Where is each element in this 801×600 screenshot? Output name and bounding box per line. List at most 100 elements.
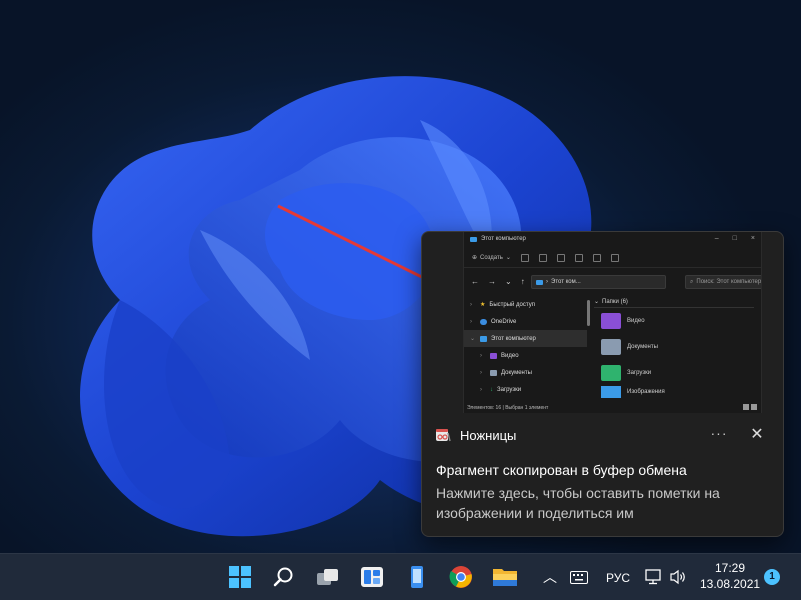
preview-content-pane: ⌄ Папки (6) Видео Документы Загрузки Изо… bbox=[594, 296, 754, 401]
notification-body: Нажмите здесь, чтобы оставить пометки на… bbox=[436, 485, 720, 521]
folder-icon bbox=[493, 569, 517, 586]
preview-folder-item: Загрузки bbox=[594, 360, 754, 386]
network-button[interactable] bbox=[642, 562, 666, 592]
volume-button[interactable] bbox=[666, 562, 690, 592]
chevron-down-icon: ⌄ bbox=[594, 299, 600, 305]
volume-icon bbox=[670, 569, 685, 585]
details-view-icon bbox=[743, 404, 749, 410]
pictures-folder-icon bbox=[601, 386, 621, 398]
clock-date: 13.08.2021 bbox=[700, 577, 761, 591]
notification-header: Ножницы bbox=[435, 425, 516, 445]
preview-titlebar: Этот компьютер – □ × bbox=[464, 232, 761, 246]
preview-sidebar-item: › OneDrive bbox=[470, 318, 517, 325]
taskbar: ︿ РУС 17:29 13.08.2021 1 bbox=[0, 553, 801, 600]
back-arrow-icon: ← bbox=[471, 277, 479, 286]
document-icon bbox=[490, 369, 497, 376]
chrome-icon bbox=[449, 566, 472, 588]
ellipsis-icon: ··· bbox=[710, 425, 728, 441]
forward-arrow-icon: → bbox=[488, 277, 496, 286]
preview-sidebar-item: › Документы bbox=[480, 369, 532, 376]
chevron-down-icon: ⌄ bbox=[470, 336, 476, 342]
task-view-icon bbox=[317, 569, 338, 585]
preview-address-row: ← → ⌄ ↑ › Этот ком... ⌕ Поиск: Этот комп… bbox=[464, 274, 761, 290]
more-options-button[interactable]: ··· bbox=[709, 425, 729, 445]
computer-icon bbox=[536, 279, 543, 285]
video-icon bbox=[490, 352, 497, 359]
computer-icon bbox=[480, 335, 487, 342]
snipping-tool-notification[interactable]: Этот компьютер – □ × ⊕ Создать ⌄ ← → ⌄ ↑… bbox=[421, 231, 784, 537]
documents-folder-icon bbox=[601, 339, 621, 355]
preview-nav-buttons: ← → ⌄ ↑ bbox=[471, 277, 525, 286]
search-button[interactable] bbox=[269, 562, 299, 592]
chevron-up-icon: ︿ bbox=[543, 569, 557, 585]
chevron-right-icon: › bbox=[480, 386, 482, 393]
preview-new-button: ⊕ Создать ⌄ bbox=[472, 254, 511, 262]
chevron-right-icon: › bbox=[470, 318, 472, 325]
show-hidden-icons-button[interactable]: ︿ bbox=[537, 562, 563, 592]
downloads-folder-icon bbox=[601, 365, 621, 381]
up-arrow-icon: ↑ bbox=[520, 277, 525, 286]
file-explorer-button[interactable] bbox=[490, 562, 520, 592]
maximize-icon: □ bbox=[732, 235, 737, 242]
preview-command-bar: ⊕ Создать ⌄ bbox=[464, 248, 761, 268]
notification-count-badge[interactable]: 1 bbox=[764, 569, 780, 585]
minimize-icon: – bbox=[714, 235, 719, 242]
chrome-button[interactable] bbox=[446, 562, 476, 592]
preview-navigation-pane: › ★ Быстрый доступ › OneDrive ⌄ Этот ком… bbox=[464, 296, 587, 401]
preview-view-toggles bbox=[743, 404, 757, 410]
preview-window-title: Этот компьютер bbox=[481, 236, 526, 242]
chevron-down-icon: ⌄ bbox=[505, 255, 511, 261]
preview-sidebar-item: › ↓ Загрузки bbox=[480, 386, 522, 393]
preview-folder-item: Изображения bbox=[594, 386, 754, 398]
keyboard-icon bbox=[570, 570, 588, 584]
tiles-view-icon bbox=[751, 404, 757, 410]
preview-sidebar-item: › Видео bbox=[480, 352, 519, 359]
cloud-icon bbox=[480, 318, 487, 325]
cut-icon bbox=[520, 253, 529, 262]
computer-icon bbox=[470, 236, 477, 242]
touch-keyboard-button[interactable] bbox=[565, 562, 593, 592]
screenshot-preview[interactable]: Этот компьютер – □ × ⊕ Создать ⌄ ← → ⌄ ↑… bbox=[463, 232, 762, 413]
chevron-right-icon: › bbox=[546, 279, 548, 285]
star-icon: ★ bbox=[480, 302, 486, 308]
rename-icon bbox=[574, 253, 583, 262]
chevron-right-icon: › bbox=[480, 369, 482, 376]
start-button[interactable] bbox=[225, 562, 255, 592]
notification-title: Фрагмент скопирован в буфер обмена bbox=[436, 462, 687, 478]
video-folder-icon bbox=[601, 313, 621, 329]
preview-sidebar-scrollbar bbox=[587, 300, 590, 326]
widgets-button[interactable] bbox=[357, 562, 387, 592]
preview-group-header: ⌄ Папки (6) bbox=[594, 296, 754, 308]
preview-folder-item: Видео bbox=[594, 308, 754, 334]
input-language-indicator[interactable]: РУС bbox=[606, 571, 630, 585]
close-notification-button[interactable]: ✕ bbox=[747, 425, 767, 445]
windows-logo-icon bbox=[229, 566, 251, 588]
close-icon: ✕ bbox=[750, 426, 764, 443]
clock-time: 17:29 bbox=[714, 561, 746, 575]
task-view-button[interactable] bbox=[313, 562, 343, 592]
widgets-icon bbox=[361, 567, 383, 587]
plus-circle-icon: ⊕ bbox=[472, 255, 478, 261]
chevron-down-icon: ⌄ bbox=[505, 277, 512, 286]
preview-sidebar-item: ⌄ Этот компьютер bbox=[464, 330, 587, 347]
clock[interactable]: 17:29 13.08.2021 bbox=[700, 560, 760, 592]
preview-status-bar: Элементов: 16 | Выбран 1 элемент bbox=[464, 403, 761, 412]
search-icon: ⌕ bbox=[690, 278, 694, 285]
close-icon: × bbox=[750, 235, 755, 242]
chevron-right-icon: › bbox=[470, 301, 472, 308]
copy-icon bbox=[538, 253, 547, 262]
preview-window-controls: – □ × bbox=[715, 235, 755, 242]
paste-icon bbox=[556, 253, 565, 262]
notification-app-name: Ножницы bbox=[460, 427, 517, 443]
preview-folder-item: Документы bbox=[594, 334, 754, 360]
network-icon bbox=[645, 569, 661, 585]
chevron-right-icon: › bbox=[480, 352, 482, 359]
share-icon bbox=[592, 253, 601, 262]
phone-link-button[interactable] bbox=[402, 562, 432, 592]
phone-icon bbox=[411, 566, 423, 588]
preview-search-box: ⌕ Поиск: Этот компьютер bbox=[685, 275, 761, 289]
preview-address-bar: › Этот ком... bbox=[531, 275, 666, 289]
snipping-tool-icon bbox=[436, 429, 451, 442]
preview-sidebar-item: › ★ Быстрый доступ bbox=[470, 301, 535, 309]
delete-icon bbox=[610, 253, 619, 262]
